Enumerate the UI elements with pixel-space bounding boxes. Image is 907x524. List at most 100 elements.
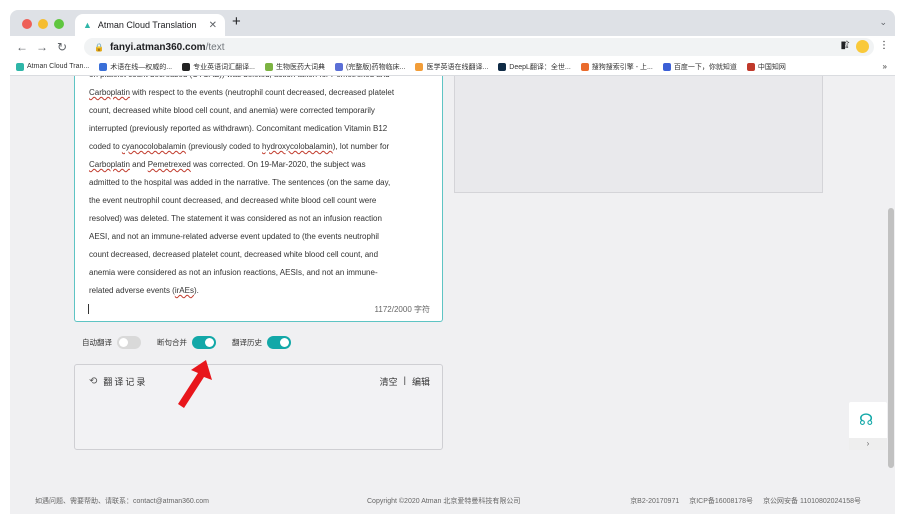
- bookmark-item[interactable]: 百度一下，你就知道: [662, 62, 737, 72]
- url-path: /text: [205, 41, 225, 53]
- new-tab-button[interactable]: +: [232, 13, 241, 30]
- history-actions-separator: |: [403, 375, 406, 385]
- annotation-arrow: [178, 360, 212, 408]
- text-line: Carboplatin with respect to the events (…: [89, 88, 395, 97]
- spellcheck-word: Pemetrexed: [147, 160, 191, 169]
- sentence-merge-toggle[interactable]: [192, 336, 216, 349]
- bookmark-favicon-icon: [182, 62, 191, 71]
- text-line: on platelet count decreased (CTCAE)) was…: [89, 76, 427, 84]
- bookmark-label: 术语在线—权威的...: [110, 63, 173, 71]
- auto-translate-toggle[interactable]: [117, 336, 141, 349]
- customer-support-widget[interactable]: ☊ ›: [849, 402, 887, 450]
- footer-licenses: 京B2-20170971 京ICP备16008178号 京公网安备 110108…: [630, 496, 861, 506]
- bookmark-favicon-icon: [498, 62, 507, 71]
- history-clock-icon: ⟲: [89, 376, 98, 387]
- minimize-window-button[interactable]: [38, 19, 48, 29]
- translation-history-panel: ⟲ 翻译记录 清空 | 编辑: [74, 364, 443, 450]
- footer-police-record: 京公网安备 11010802024158号: [763, 498, 861, 505]
- close-window-button[interactable]: [22, 19, 32, 29]
- bookmark-favicon-icon: [662, 62, 671, 71]
- bookmark-label: 搜狗搜索引擎 - 上...: [591, 63, 653, 71]
- character-counter: 1172/2000 字符: [374, 305, 430, 314]
- bookmark-item[interactable]: 搜狗搜索引擎 - 上...: [580, 62, 653, 72]
- bookmark-label: 医学英语在线翻译...: [426, 63, 489, 71]
- bookmark-item[interactable]: (完整版)药物临床...: [334, 62, 406, 72]
- text-line: resolved) was deleted. The statement it …: [89, 214, 382, 223]
- source-text-content[interactable]: on platelet count decreased (CTCAE)) was…: [89, 76, 427, 300]
- bookmark-item[interactable]: Atman Cloud Tran...: [16, 62, 90, 71]
- bookmark-item[interactable]: 专业英语词汇翻译...: [182, 62, 255, 72]
- spellcheck-word: hydroxycolobalamin: [262, 142, 333, 151]
- bookmark-favicon-icon: [746, 62, 755, 71]
- maximize-window-button[interactable]: [54, 19, 64, 29]
- footer-icp-license: 京B2-20170971: [630, 498, 680, 505]
- bookmark-item[interactable]: DeepL翻译：全世...: [498, 62, 571, 72]
- translation-history-label: 翻译历史: [232, 338, 262, 347]
- bookmark-label: 生物医药大词典: [275, 63, 325, 71]
- bookmark-label: 百度一下，你就知道: [673, 63, 737, 71]
- clear-history-button[interactable]: 清空: [380, 375, 398, 388]
- bookmark-label: 专业英语词汇翻译...: [193, 63, 255, 71]
- toggle-knob: [205, 338, 214, 347]
- page-viewport: on platelet count decreased (CTCAE)) was…: [10, 76, 895, 514]
- text-line: count decreased, decreased platelet coun…: [89, 250, 379, 259]
- text-line: admitted to the hospital was added in th…: [89, 178, 391, 187]
- page-footer: 如遇问题、需要帮助、请联系：contact@atman360.com Copyr…: [10, 486, 887, 514]
- source-text-input[interactable]: on platelet count decreased (CTCAE)) was…: [74, 76, 443, 322]
- text-caret: [88, 304, 89, 314]
- bookmark-item[interactable]: 生物医药大词典: [264, 62, 325, 72]
- page-scrollbar[interactable]: [887, 76, 895, 514]
- bookmark-item[interactable]: 术语在线—权威的...: [99, 62, 172, 72]
- forward-arrow-icon[interactable]: →: [34, 40, 50, 54]
- address-bar[interactable]: 🔒 fanyi.atman360.com /text ⇪ ★: [84, 38, 874, 56]
- text-line: interrupted (previously reported as with…: [89, 124, 388, 133]
- browser-menu-icon[interactable]: ⋮: [879, 40, 889, 53]
- reload-icon[interactable]: ↻: [54, 40, 70, 54]
- browser-tab-strip: ▲ Atman Cloud Translation ✕ + ⌄: [10, 10, 895, 36]
- lock-icon: 🔒: [94, 42, 104, 52]
- tab-search-chevron-icon[interactable]: ⌄: [879, 17, 887, 28]
- sidebar-panel-icon[interactable]: ▮: [840, 40, 846, 53]
- footer-icp-record: 京ICP备16008178号: [689, 498, 754, 505]
- toggle-knob: [119, 338, 128, 347]
- bookmark-favicon-icon: [580, 62, 589, 71]
- text-line: coded to cyanocolobalamin (previously co…: [89, 142, 390, 151]
- history-actions: 清空 | 编辑: [380, 375, 430, 388]
- history-header: ⟲ 翻译记录: [89, 375, 147, 388]
- bookmark-label: 中国知网: [757, 63, 786, 71]
- translation-history-toggle[interactable]: [267, 336, 291, 349]
- auto-translate-label: 自动翻译: [82, 338, 112, 347]
- translation-result-panel: [454, 76, 823, 193]
- edit-history-button[interactable]: 编辑: [412, 375, 430, 388]
- options-bar: 自动翻译 断句合并 翻译历史: [82, 336, 307, 349]
- browser-tab-active[interactable]: ▲ Atman Cloud Translation ✕: [75, 14, 225, 36]
- bookmark-label: Atman Cloud Tran...: [27, 63, 90, 70]
- footer-contact: 如遇问题、需要帮助、请联系：contact@atman360.com: [35, 498, 209, 505]
- sentence-merge-label: 断句合并: [157, 338, 187, 347]
- bookmarks-overflow-chevron[interactable]: »: [883, 62, 887, 71]
- bookmark-label: (完整版)药物临床...: [345, 63, 406, 71]
- bookmark-favicon-icon: [415, 62, 424, 71]
- back-arrow-icon[interactable]: ←: [14, 40, 30, 54]
- spellcheck-word: Carboplatin: [89, 88, 130, 97]
- scrollbar-thumb[interactable]: [888, 208, 894, 468]
- bookmarks-bar: Atman Cloud Tran... 术语在线—权威的... 专业英语词汇翻译..…: [10, 58, 895, 76]
- support-expand-button[interactable]: ›: [849, 438, 887, 450]
- headset-icon: ☊: [859, 412, 874, 429]
- close-tab-icon[interactable]: ✕: [209, 20, 217, 31]
- history-title: 翻译记录: [103, 377, 148, 387]
- bookmark-favicon-icon: [99, 62, 108, 71]
- tab-title: Atman Cloud Translation: [97, 20, 197, 30]
- bookmark-item[interactable]: 中国知网: [746, 62, 786, 72]
- spellcheck-word: Carboplatin: [89, 160, 130, 169]
- text-line: anemia were considered as not an infusio…: [89, 268, 378, 277]
- annotation-arrow-shape: [178, 360, 212, 408]
- bookmark-favicon-icon: [264, 62, 273, 71]
- spellcheck-word: irAEs: [174, 286, 194, 295]
- browser-toolbar: ← → ↻ 🔒 fanyi.atman360.com /text ⇪ ★ ▮ ⋮: [10, 36, 895, 58]
- bookmark-label: DeepL翻译：全世...: [509, 63, 571, 71]
- profile-avatar[interactable]: [856, 40, 869, 53]
- atman-logo-icon: ▲: [83, 20, 92, 30]
- bookmark-item[interactable]: 医学英语在线翻译...: [415, 62, 488, 72]
- url-host: fanyi.atman360.com: [109, 41, 206, 53]
